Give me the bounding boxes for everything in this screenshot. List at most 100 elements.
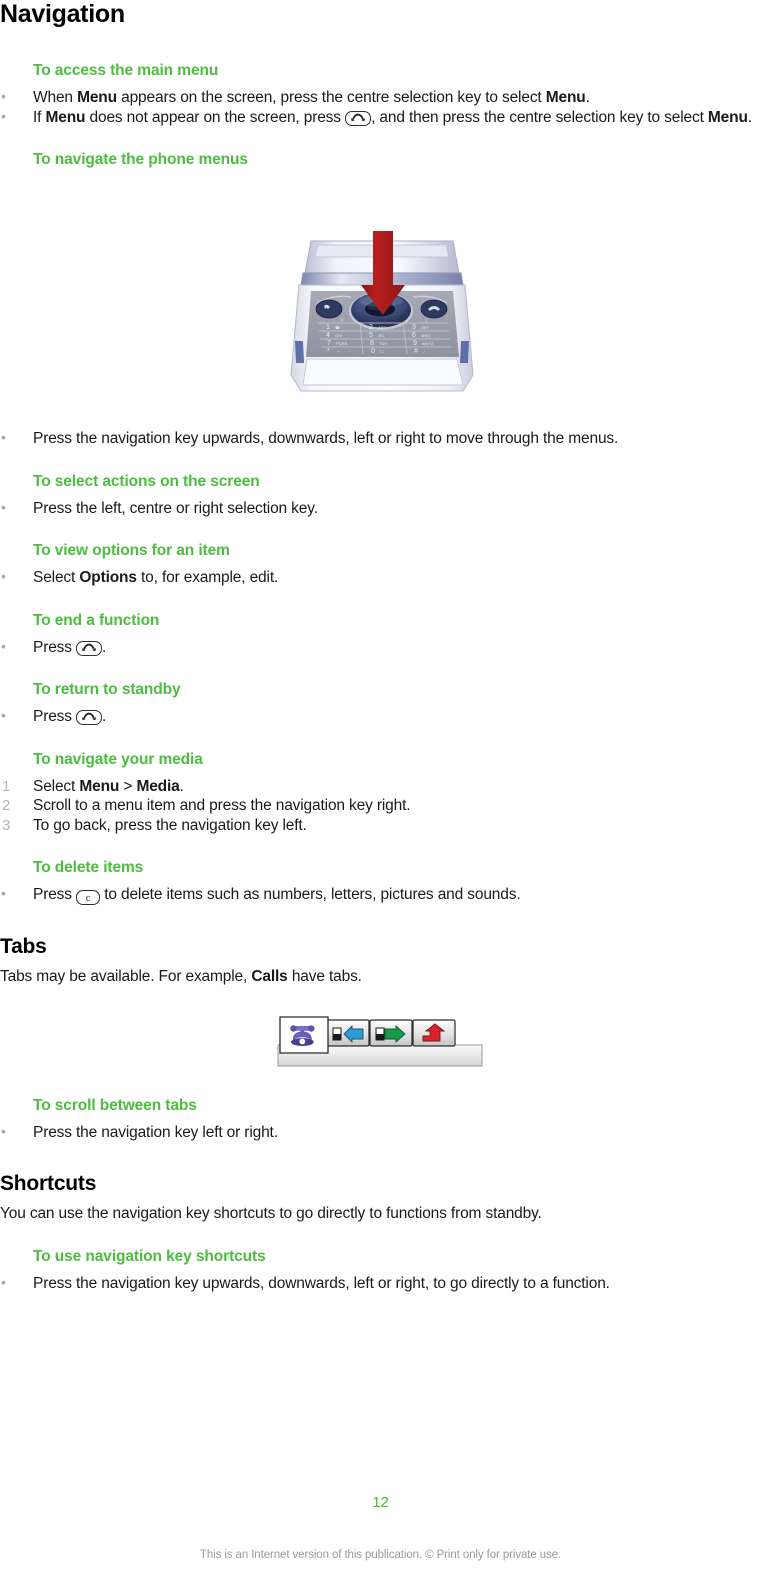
- svg-text:9: 9: [413, 340, 417, 347]
- bold-menu: Menu: [545, 89, 586, 106]
- svg-text:2: 2: [369, 324, 373, 331]
- svg-text:7: 7: [327, 340, 331, 347]
- section-use-shortcuts-heading-wrap: To use navigation key shortcuts: [0, 1247, 761, 1266]
- paragraph-text-part: Tabs may be available. For example,: [0, 968, 252, 985]
- bullet-text-part: Press: [33, 886, 77, 903]
- svg-text:WXYZ: WXYZ: [422, 341, 434, 346]
- figure-calls-tabs: [0, 1013, 761, 1068]
- bullet-text-part: appears on the screen, press the centre …: [116, 89, 546, 106]
- paragraph-tabs-intro: Tabs may be available. For example, Call…: [0, 967, 761, 987]
- list-item: Press the navigation key upwards, downwa…: [0, 428, 761, 449]
- svg-text:☏: ☏: [339, 317, 345, 323]
- svg-text:JKL: JKL: [378, 333, 386, 338]
- svg-text:MNO: MNO: [421, 333, 430, 338]
- list-item: Press c to delete items such as numbers,…: [0, 884, 761, 905]
- heading-to-navigate-your-media: To navigate your media: [33, 750, 203, 768]
- list-item: Press .: [0, 706, 761, 727]
- document-page: Navigation To access the main menu When …: [0, 0, 761, 1587]
- list-return-standby: Press .: [0, 706, 761, 727]
- step-text-part: >: [119, 777, 137, 795]
- svg-text:4: 4: [326, 332, 330, 339]
- bold-menu: Menu: [79, 777, 120, 795]
- svg-text:TUV: TUV: [379, 341, 387, 346]
- bullet-text-part: .: [747, 108, 752, 126]
- list-item: Press the navigation key upwards, downwa…: [0, 1273, 761, 1294]
- section-scroll-tabs-heading-wrap: To scroll between tabs: [0, 1096, 761, 1115]
- heading-to-return-to-standby: To return to standby: [33, 681, 181, 698]
- section-navigate-media-heading-wrap: To navigate your media: [0, 750, 761, 769]
- svg-text:♪: ♪: [423, 349, 425, 354]
- svg-text:GHI: GHI: [335, 333, 342, 338]
- svg-text:ABC: ABC: [378, 325, 386, 330]
- bullet-text-part: If: [33, 108, 46, 126]
- svg-text:#: #: [414, 348, 418, 355]
- list-view-options: Select Options to, for example, edit.: [0, 567, 761, 588]
- bullet-text-part: .: [102, 638, 107, 656]
- heading-shortcuts: Shortcuts: [0, 1172, 97, 1195]
- svg-text:8: 8: [370, 340, 374, 347]
- phone-keypad-illustration: ☏ c 1 ☎ 2 ABC 3 DEF 4 GHI 5 JKL 6 MNO 7 …: [281, 223, 481, 403]
- section-navigate-menus-heading-wrap: To navigate the phone menus: [0, 150, 761, 169]
- step-text-part: Select: [33, 777, 80, 795]
- svg-text:☎: ☎: [335, 325, 340, 330]
- list-delete-items: Press c to delete items such as numbers,…: [0, 884, 761, 905]
- list-item: Press .: [0, 637, 761, 658]
- svg-text:1: 1: [326, 324, 330, 331]
- svg-text:0: 0: [371, 348, 375, 355]
- list-item: If Menu does not appear on the screen, p…: [0, 107, 761, 128]
- calls-tabs-illustration: [276, 1013, 486, 1068]
- section-access-main-menu-heading-wrap: To access the main menu: [0, 61, 761, 80]
- heading-to-use-navigation-key-shortcuts: To use navigation key shortcuts: [33, 1247, 266, 1265]
- bullet-text-part: to, for example, edit.: [136, 569, 279, 586]
- svg-text:DEF: DEF: [421, 325, 430, 330]
- section-delete-items-heading-wrap: To delete items: [0, 858, 761, 877]
- paragraph-shortcuts-intro: You can use the navigation key shortcuts…: [0, 1205, 542, 1222]
- heading-to-delete-items: To delete items: [33, 859, 144, 876]
- svg-text:3: 3: [412, 324, 416, 331]
- bullet-text-part: Press: [33, 638, 77, 656]
- bullet-text-part: .: [585, 89, 590, 106]
- bold-media: Media: [136, 777, 180, 795]
- clear-key-icon: c: [76, 890, 101, 905]
- bullet-text-part: , and then press the centre selection ke…: [371, 108, 708, 126]
- bold-menu: Menu: [707, 108, 748, 126]
- end-call-key-icon: [76, 710, 103, 725]
- list-item: When Menu appears on the screen, press t…: [0, 87, 761, 108]
- bold-menu: Menu: [77, 89, 117, 106]
- list-item: Select Menu > Media.: [0, 777, 761, 797]
- heading-to-view-options-for-an-item: To view options for an item: [33, 542, 230, 559]
- list-item: Press the navigation key left or right.: [0, 1122, 761, 1143]
- section-return-standby-heading-wrap: To return to standby: [0, 680, 761, 699]
- bullet-text-part: Select: [33, 569, 80, 586]
- section-view-options-heading-wrap: To view options for an item: [0, 541, 761, 560]
- bullet-text-part: does not appear on the screen, press: [85, 108, 346, 126]
- end-call-key-icon: [345, 110, 372, 126]
- list-item: Scroll to a menu item and press the navi…: [2, 796, 411, 815]
- bold-calls: Calls: [251, 968, 288, 985]
- svg-text:6: 6: [412, 332, 416, 339]
- phone-svg: ☏ c 1 ☎ 2 ABC 3 DEF 4 GHI 5 JKL 6 MNO 7 …: [289, 231, 474, 392]
- handset-down-icon: [81, 711, 97, 722]
- tabs-svg: [277, 1015, 482, 1066]
- list-item: Press the left, centre or right selectio…: [0, 498, 761, 519]
- paragraph-text-part: have tabs.: [287, 968, 362, 985]
- colophon-text: This is an Internet version of this publ…: [199, 1549, 562, 1561]
- list-navigate-media-steps: Select Menu > Media. Scroll to a menu it…: [0, 777, 761, 836]
- section-select-actions-heading-wrap: To select actions on the screen: [0, 472, 761, 491]
- svg-text:☐: ☐: [380, 349, 384, 354]
- list-item: To go back, press the navigation key lef…: [2, 816, 307, 835]
